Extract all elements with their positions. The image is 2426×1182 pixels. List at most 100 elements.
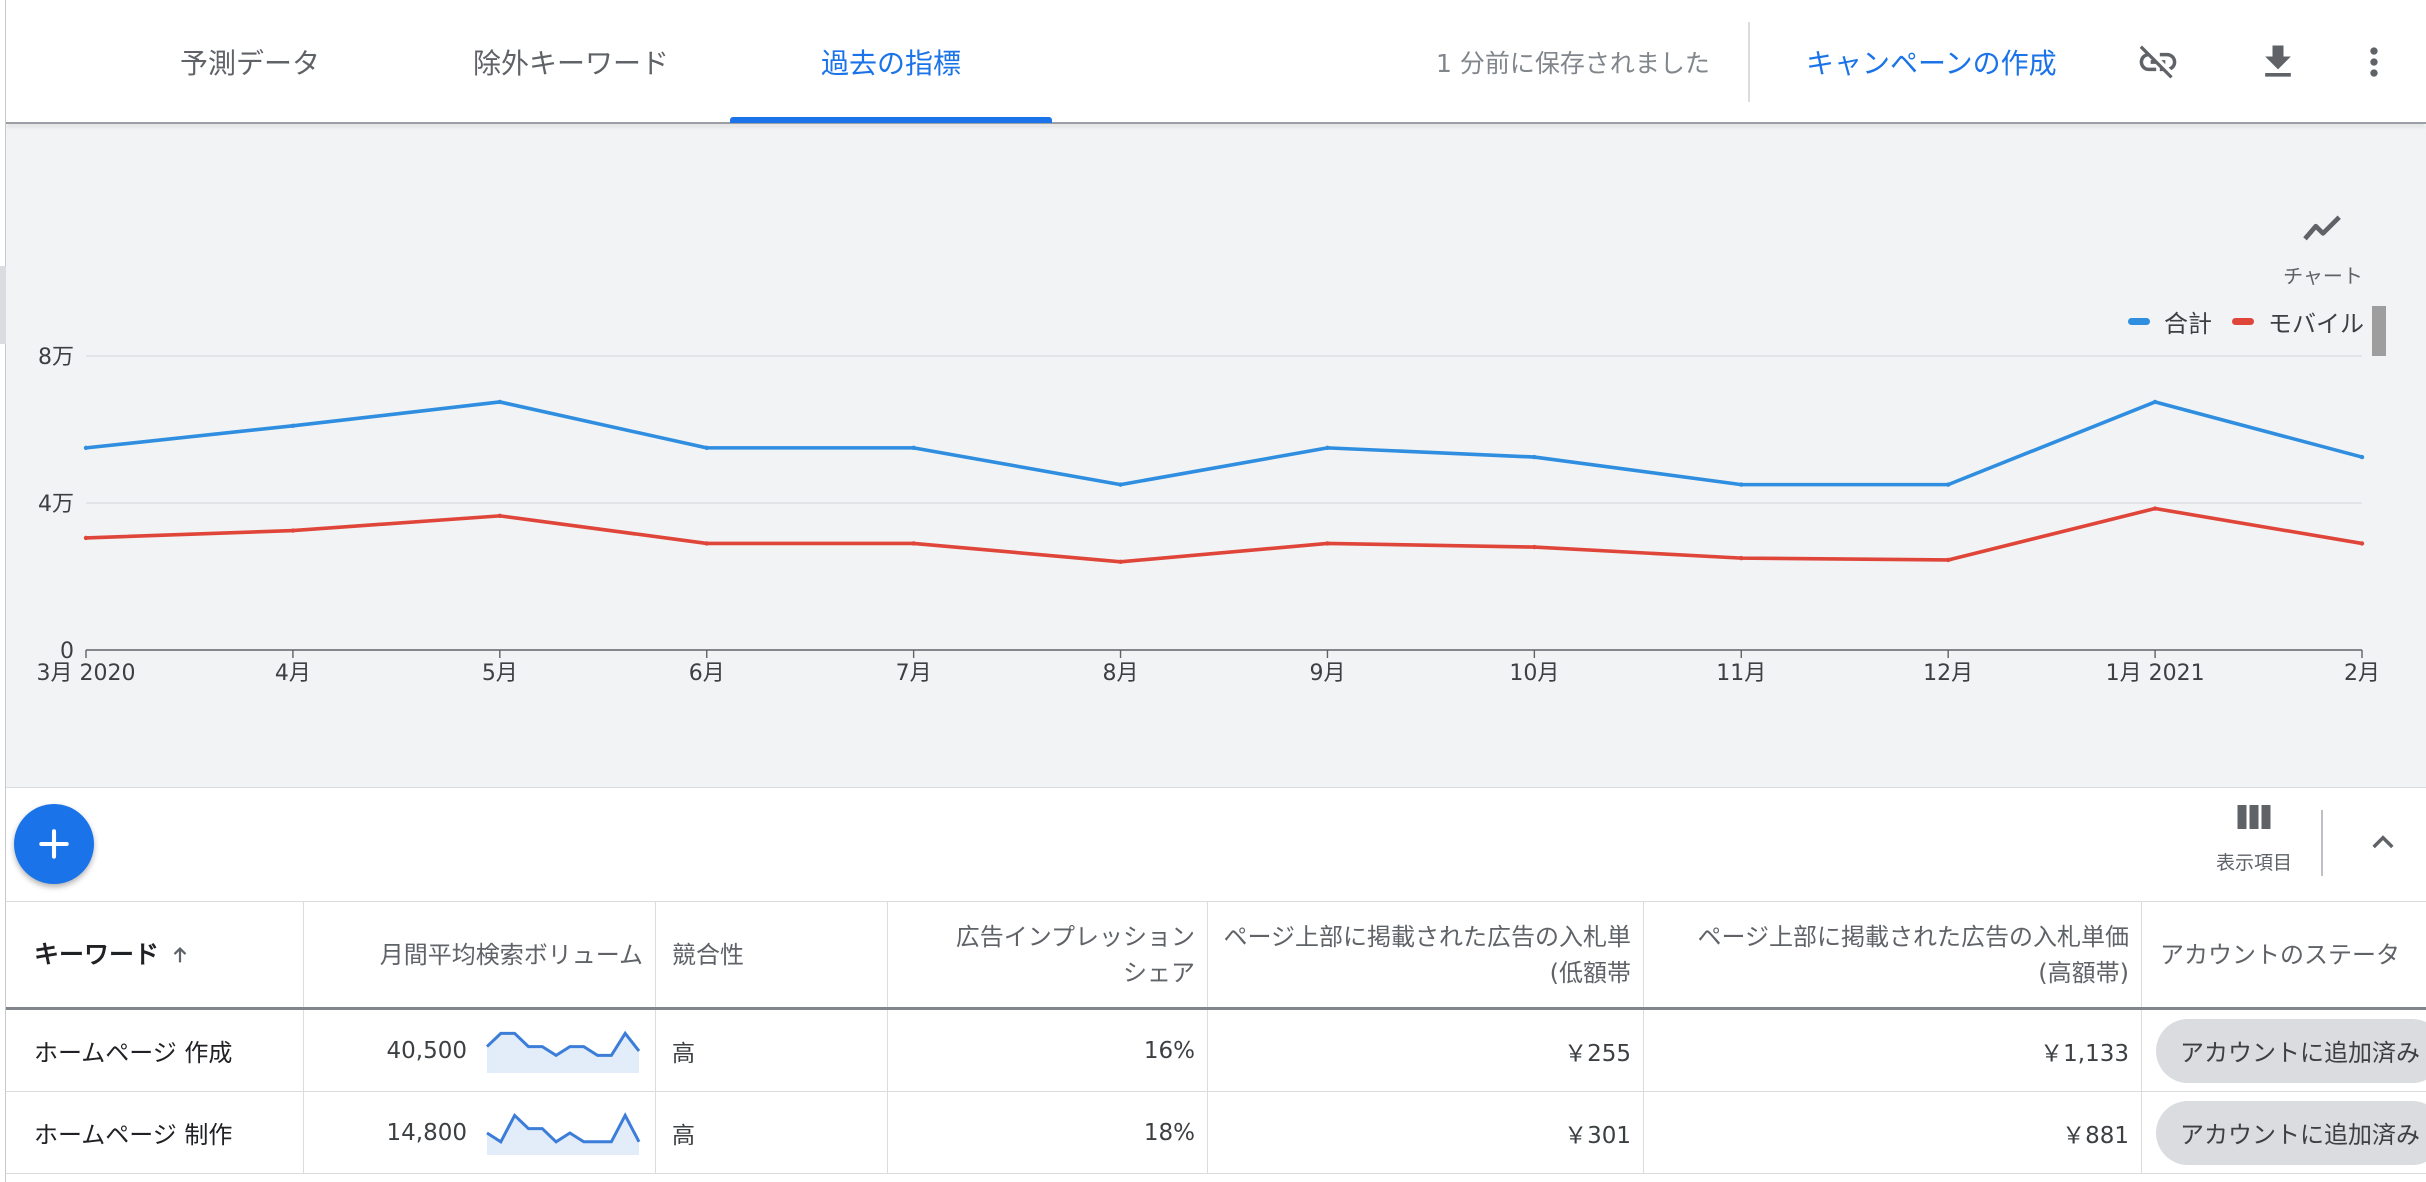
header-impression-share[interactable]: 広告インプレッション シェア <box>888 902 1208 1007</box>
header-keyword-label: キーワード <box>34 939 160 969</box>
bid-high-cell: ￥881 <box>1644 1092 2142 1173</box>
series-point <box>1739 482 1744 487</box>
header-bid-high[interactable]: ページ上部に掲載された広告の入札単価 (高額帯) <box>1644 902 2142 1007</box>
keyword-cell: ホームページ 制作 <box>6 1092 304 1173</box>
chart-panel: 0 4万 8万 3月 2020 4月 5月 6月 7月 8月 9月 10月 11月 12月 1月 2021… <box>6 126 2426 788</box>
header-keyword[interactable]: キーワード <box>6 902 304 1007</box>
y-tick-label: 8万 <box>38 345 74 370</box>
status-badge[interactable]: アカウントに追加済み <box>2156 1018 2426 1083</box>
table-row[interactable]: ホームページ 制作 14,800 高 18% ￥301 ￥881 アカウントに追… <box>6 1092 2426 1174</box>
x-tick-label: 3月 2020 <box>37 661 136 686</box>
series-point <box>83 535 89 541</box>
series-point <box>290 423 296 429</box>
header-bid-low[interactable]: ページ上部に掲載された広告の入札単 (低額帯 <box>1208 902 1644 1007</box>
chart-toggle-button[interactable]: チャート <box>2268 210 2378 289</box>
series-point <box>2152 399 2158 405</box>
columns-label: 表示項目 <box>2215 852 2292 874</box>
line-chart-icon <box>2303 215 2341 241</box>
x-tick-label: 7月 <box>896 661 932 686</box>
link-off-icon[interactable] <box>2130 34 2186 90</box>
series-point <box>2359 541 2365 546</box>
impression-share-cell: 18% <box>888 1092 1208 1173</box>
series-point <box>497 513 503 519</box>
impression-share-cell: 16% <box>888 1010 1208 1091</box>
volume-cell: 14,800 <box>304 1092 656 1173</box>
more-vert-icon[interactable] <box>2346 34 2402 90</box>
sort-ascending-icon[interactable] <box>169 942 191 968</box>
header-status-label: アカウントのステータ <box>2160 940 2400 969</box>
header-bid-high-line2: (高額帯) <box>2038 958 2129 987</box>
status-badge[interactable]: アカウントに追加済み <box>2156 1100 2426 1165</box>
header-divider <box>1748 22 1750 102</box>
competition-cell: 高 <box>656 1092 888 1173</box>
x-tick-label: 12月 <box>1923 661 1973 686</box>
table-header-row: キーワード 月間平均検索ボリューム 競合性 広告インプレッション シェア ページ… <box>6 902 2426 1010</box>
toolbar-divider <box>2321 810 2323 876</box>
header-competition-label: 競合性 <box>672 940 744 969</box>
save-status: 1 分前に保存されました <box>1436 49 1710 78</box>
series-point <box>911 445 916 451</box>
legend-swatch-total <box>2128 318 2150 325</box>
header-bid-high-line1: ページ上部に掲載された広告の入札単価 <box>1697 922 2129 951</box>
header-volume[interactable]: 月間平均検索ボリューム <box>304 902 656 1007</box>
series-point <box>83 445 89 451</box>
header-status[interactable]: アカウントのステータ <box>2142 902 2426 1007</box>
legend-swatch-mobile <box>2232 318 2254 325</box>
legend-scrollbar[interactable] <box>2372 306 2386 356</box>
y-tick-label: 4万 <box>38 492 74 517</box>
header-volume-label: 月間平均検索ボリューム <box>379 940 643 969</box>
chart-legend: 合計 モバイル <box>2128 304 2384 339</box>
status-cell: アカウントに追加済み <box>2142 1092 2426 1173</box>
series-point <box>1325 541 1330 546</box>
x-tick-label: 8月 <box>1103 661 1139 686</box>
tab-negative-keywords-label: 除外キーワード <box>472 47 669 80</box>
tab-forecast-label: 予測データ <box>179 47 320 80</box>
competition-cell: 高 <box>656 1010 888 1091</box>
tab-historical-metrics[interactable]: 過去の指標 <box>730 0 1052 124</box>
series-point <box>2152 506 2158 511</box>
status-cell: アカウントに追加済み <box>2142 1010 2426 1091</box>
header-bid-low-line2: (低額帯 <box>1549 958 1631 987</box>
sparkline-area <box>487 1032 639 1073</box>
table-row[interactable]: ホームページ 作成 40,500 高 16% ￥255 ￥1,133 アカウント… <box>6 1010 2426 1092</box>
series-point <box>2359 454 2365 460</box>
x-tick-label: 9月 <box>1309 661 1345 686</box>
keyword-planner-page: 予測データ 除外キーワード 過去の指標 1 分前に保存されました キャンペーンの… <box>0 0 2426 1182</box>
table-toolbar: 表示項目 <box>6 788 2426 902</box>
tab-negative-keywords[interactable]: 除外キーワード <box>426 0 716 124</box>
x-tick-label: 6月 <box>689 661 725 686</box>
series-point <box>290 528 296 533</box>
line-chart: 04万8万3月 2020 4月 5月 6月 7月 8月 9月 10月 11月 12月 1月 2021… <box>37 345 2380 686</box>
x-tick-label: 5月 <box>482 661 518 686</box>
bid-high-cell: ￥1,133 <box>1644 1010 2142 1091</box>
series-point <box>1945 557 1951 563</box>
create-campaign-button[interactable]: キャンペーンの作成 <box>1806 0 2057 124</box>
series-point <box>704 445 709 451</box>
legend-item-total[interactable]: 合計 <box>2128 304 2212 339</box>
series-point <box>1532 454 1537 460</box>
series-point <box>1118 482 1123 487</box>
collapse-button[interactable] <box>2358 818 2408 868</box>
series-line-1 <box>85 506 2363 564</box>
add-icon <box>39 829 69 859</box>
download-icon[interactable] <box>2250 34 2306 90</box>
legend-item-mobile[interactable]: モバイル <box>2232 304 2364 339</box>
side-panel-handle[interactable] <box>0 266 6 344</box>
x-tick-label: 1月 2021 <box>2106 661 2205 686</box>
volume-value: 14,800 <box>386 1119 467 1146</box>
x-tick-label: 4月 <box>275 661 311 686</box>
tab-forecast[interactable]: 予測データ <box>132 0 368 124</box>
x-tick-label: 11月 <box>1716 661 1766 686</box>
keyword-cell: ホームページ 作成 <box>6 1010 304 1091</box>
active-tab-indicator <box>730 117 1052 123</box>
header-bid-low-line1: ページ上部に掲載された広告の入札単 <box>1223 922 1631 951</box>
series-point <box>1325 445 1330 451</box>
add-keyword-button[interactable] <box>14 804 94 884</box>
series-point <box>1945 482 1951 487</box>
columns-button[interactable]: 表示項目 <box>2204 802 2304 875</box>
volume-cell: 40,500 <box>304 1010 656 1091</box>
series-point <box>1739 555 1744 561</box>
header-competition[interactable]: 競合性 <box>656 902 888 1007</box>
keyword-table: キーワード 月間平均検索ボリューム 競合性 広告インプレッション シェア ページ… <box>6 902 2426 1182</box>
bid-low-cell: ￥255 <box>1208 1010 1644 1091</box>
